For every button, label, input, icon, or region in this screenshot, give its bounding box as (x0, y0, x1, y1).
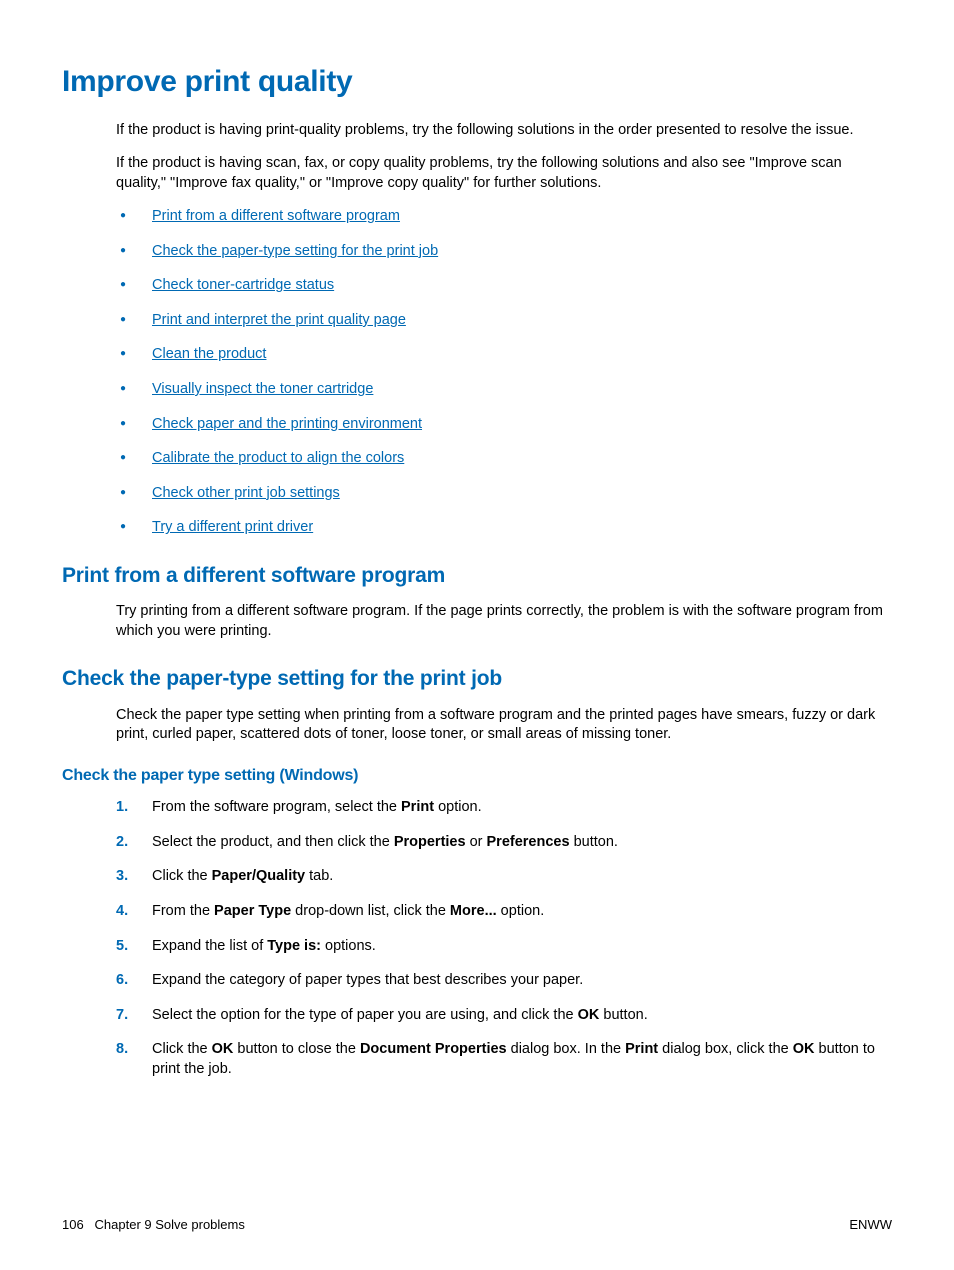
footer-left: 106 Chapter 9 Solve problems (62, 1216, 245, 1234)
list-item: Check toner-cartridge status (116, 276, 892, 296)
solutions-link-list: Print from a different software program … (116, 207, 892, 538)
link-clean-product[interactable]: Clean the product (152, 346, 266, 362)
link-inspect-toner[interactable]: Visually inspect the toner cartridge (152, 381, 373, 397)
footer-chapter: Chapter 9 Solve problems (95, 1217, 245, 1232)
link-calibrate-colors[interactable]: Calibrate the product to align the color… (152, 450, 404, 466)
step-2: Select the product, and then click the P… (116, 833, 886, 853)
list-item: Print from a different software program (116, 207, 892, 227)
link-check-other-settings[interactable]: Check other print job settings (152, 485, 340, 501)
list-item: Check paper and the printing environment (116, 415, 892, 435)
intro-paragraph-2: If the product is having scan, fax, or c… (116, 154, 886, 193)
list-item: Visually inspect the toner cartridge (116, 380, 892, 400)
list-item: Check the paper-type setting for the pri… (116, 242, 892, 262)
subsection-heading-windows: Check the paper type setting (Windows) (62, 765, 892, 787)
list-item: Print and interpret the print quality pa… (116, 311, 892, 331)
section-body-print-different-program: Try printing from a different software p… (116, 602, 886, 641)
footer-page-number: 106 (62, 1217, 84, 1232)
section-heading-print-different-program: Print from a different software program (62, 562, 892, 590)
step-6: Expand the category of paper types that … (116, 971, 886, 991)
link-print-quality-page[interactable]: Print and interpret the print quality pa… (152, 312, 406, 328)
step-1: From the software program, select the Pr… (116, 798, 886, 818)
steps-list-windows: From the software program, select the Pr… (116, 798, 892, 1079)
step-7: Select the option for the type of paper … (116, 1006, 886, 1026)
footer-right: ENWW (849, 1216, 892, 1234)
list-item: Check other print job settings (116, 484, 892, 504)
intro-paragraph-1: If the product is having print-quality p… (116, 121, 886, 141)
list-item: Try a different print driver (116, 518, 892, 538)
link-check-toner-status[interactable]: Check toner-cartridge status (152, 277, 334, 293)
section-body-check-paper-type: Check the paper type setting when printi… (116, 706, 886, 745)
list-item: Clean the product (116, 345, 892, 365)
list-item: Calibrate the product to align the color… (116, 449, 892, 469)
step-8: Click the OK button to close the Documen… (116, 1040, 886, 1079)
section-heading-check-paper-type: Check the paper-type setting for the pri… (62, 665, 892, 693)
page-footer: 106 Chapter 9 Solve problems ENWW (62, 1216, 892, 1234)
step-4: From the Paper Type drop-down list, clic… (116, 902, 886, 922)
link-check-paper-environment[interactable]: Check paper and the printing environment (152, 416, 422, 432)
step-5: Expand the list of Type is: options. (116, 937, 886, 957)
page-title: Improve print quality (62, 62, 892, 103)
link-try-different-driver[interactable]: Try a different print driver (152, 519, 313, 535)
link-print-different-program[interactable]: Print from a different software program (152, 208, 400, 224)
link-check-paper-type[interactable]: Check the paper-type setting for the pri… (152, 243, 438, 259)
step-3: Click the Paper/Quality tab. (116, 867, 886, 887)
